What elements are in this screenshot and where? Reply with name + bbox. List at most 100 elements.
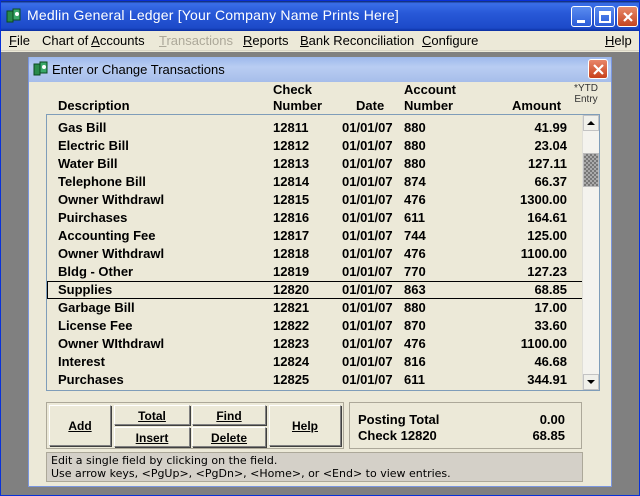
amount-cell[interactable]: 66.37 <box>534 174 567 189</box>
account-number-cell[interactable]: 880 <box>404 300 426 315</box>
date-cell[interactable]: 01/01/07 <box>342 300 393 315</box>
amount-cell[interactable]: 33.60 <box>534 318 567 333</box>
app-titlebar[interactable]: Medlin General Ledger [Your Company Name… <box>1 1 639 31</box>
table-row[interactable]: License Fee 12822 01/01/07 870 33.60 <box>47 317 583 335</box>
menu-chart-of-accounts[interactable]: Chart of Accounts <box>42 33 145 48</box>
amount-cell[interactable]: 125.00 <box>527 228 567 243</box>
check-number-cell[interactable]: 12815 <box>273 192 309 207</box>
maximize-button[interactable] <box>594 6 615 27</box>
insert-button[interactable]: Insert <box>114 427 190 447</box>
menu-help[interactable]: Help <box>605 33 632 48</box>
description-cell[interactable]: Accounting Fee <box>58 228 156 243</box>
check-number-cell[interactable]: 12814 <box>273 174 309 189</box>
date-cell[interactable]: 01/01/07 <box>342 246 393 261</box>
date-cell[interactable]: 01/01/07 <box>342 120 393 135</box>
description-cell[interactable]: Supplies <box>58 282 112 297</box>
table-row[interactable]: Interest 12824 01/01/07 816 46.68 <box>47 353 583 371</box>
table-row[interactable]: Water Bill 12813 01/01/07 880 127.11 <box>47 155 583 173</box>
description-cell[interactable]: Owner Withdrawl <box>58 246 164 261</box>
description-cell[interactable]: Garbage Bill <box>58 300 135 315</box>
account-number-cell[interactable]: 870 <box>404 318 426 333</box>
date-cell[interactable]: 01/01/07 <box>342 192 393 207</box>
check-number-cell[interactable]: 12824 <box>273 354 309 369</box>
check-number-cell[interactable]: 12816 <box>273 210 309 225</box>
date-cell[interactable]: 01/01/07 <box>342 318 393 333</box>
description-cell[interactable]: Puirchases <box>58 210 127 225</box>
amount-cell[interactable]: 127.11 <box>528 156 567 171</box>
amount-cell[interactable]: 1100.00 <box>521 336 567 351</box>
account-number-cell[interactable]: 880 <box>404 120 426 135</box>
table-row[interactable]: Telephone Bill 12814 01/01/07 874 66.37 <box>47 173 583 191</box>
total-button[interactable]: Total <box>114 405 190 425</box>
description-cell[interactable]: Owner WIthdrawl <box>58 336 164 351</box>
date-cell[interactable]: 01/01/07 <box>342 228 393 243</box>
help-button[interactable]: Help <box>269 405 341 446</box>
account-number-cell[interactable]: 863 <box>404 282 426 297</box>
description-cell[interactable]: Purchases <box>58 372 124 387</box>
dialog-close-button[interactable] <box>588 59 608 79</box>
amount-cell[interactable]: 127.23 <box>527 264 567 279</box>
account-number-cell[interactable]: 744 <box>404 228 426 243</box>
add-button[interactable]: Add <box>49 405 111 446</box>
close-button[interactable] <box>617 6 638 27</box>
date-cell[interactable]: 01/01/07 <box>342 264 393 279</box>
transactions-list[interactable]: Gas Bill 12811 01/01/07 880 41.99 Electric Bi… <box>46 114 600 391</box>
amount-cell[interactable]: 1300.00 <box>520 192 567 207</box>
account-number-cell[interactable]: 880 <box>404 138 426 153</box>
amount-cell[interactable]: 17.00 <box>534 300 567 315</box>
account-number-cell[interactable]: 611 <box>404 210 425 225</box>
check-number-cell[interactable]: 12817 <box>273 228 309 243</box>
menu-file[interactable]: File <box>9 33 30 48</box>
delete-button[interactable]: Delete <box>192 427 266 447</box>
account-number-cell[interactable]: 611 <box>404 372 425 387</box>
amount-cell[interactable]: 164.61 <box>527 210 567 225</box>
dialog-titlebar[interactable]: Enter or Change Transactions <box>29 57 611 82</box>
date-cell[interactable]: 01/01/07 <box>342 174 393 189</box>
amount-cell[interactable]: 68.85 <box>534 282 567 297</box>
table-row[interactable]: Bldg - Other 12819 01/01/07 770 127.23 <box>47 263 583 281</box>
account-number-cell[interactable]: 476 <box>404 246 426 261</box>
table-row[interactable]: Owner WIthdrawl 12823 01/01/07 476 1100.00 <box>47 335 583 353</box>
table-row[interactable]: Electric Bill 12812 01/01/07 880 23.04 <box>47 137 583 155</box>
check-number-cell[interactable]: 12823 <box>273 336 309 351</box>
description-cell[interactable]: Owner Withdrawl <box>58 192 164 207</box>
check-number-cell[interactable]: 12811 <box>273 120 308 135</box>
account-number-cell[interactable]: 770 <box>404 264 426 279</box>
table-row[interactable]: Owner Withdrawl 12818 01/01/07 476 1100.00 <box>47 245 583 263</box>
scroll-up-button[interactable] <box>583 115 599 131</box>
account-number-cell[interactable]: 476 <box>404 336 426 351</box>
date-cell[interactable]: 01/01/07 <box>342 282 393 297</box>
find-button[interactable]: Find <box>192 405 266 425</box>
amount-cell[interactable]: 344.91 <box>527 372 567 387</box>
check-number-cell[interactable]: 12822 <box>273 318 309 333</box>
menu-bank-reconciliation[interactable]: Bank Reconciliation <box>300 33 414 48</box>
check-number-cell[interactable]: 12820 <box>273 282 309 297</box>
date-cell[interactable]: 01/01/07 <box>342 372 393 387</box>
amount-cell[interactable]: 41.99 <box>534 120 567 135</box>
table-row[interactable]: Owner Withdrawl 12815 01/01/07 476 1300.00 <box>47 191 583 209</box>
description-cell[interactable]: Bldg - Other <box>58 264 133 279</box>
table-row[interactable]: Supplies 12820 01/01/07 863 68.85 <box>47 281 583 299</box>
menu-configure[interactable]: Configure <box>422 33 478 48</box>
description-cell[interactable]: Interest <box>58 354 105 369</box>
table-row[interactable]: Purchases 12825 01/01/07 611 344.91 <box>47 371 583 389</box>
amount-cell[interactable]: 1100.00 <box>521 246 567 261</box>
check-number-cell[interactable]: 12821 <box>273 300 309 315</box>
description-cell[interactable]: Telephone Bill <box>58 174 146 189</box>
check-number-cell[interactable]: 12819 <box>273 264 309 279</box>
table-row[interactable]: Garbage Bill 12821 01/01/07 880 17.00 <box>47 299 583 317</box>
scroll-thumb[interactable] <box>583 153 599 187</box>
check-number-cell[interactable]: 12813 <box>273 156 309 171</box>
menu-transactions[interactable]: Transactions <box>159 33 233 48</box>
table-row[interactable]: Gas Bill 12811 01/01/07 880 41.99 <box>47 119 583 137</box>
account-number-cell[interactable]: 816 <box>404 354 426 369</box>
menu-reports[interactable]: Reports <box>243 33 289 48</box>
amount-cell[interactable]: 23.04 <box>534 138 567 153</box>
date-cell[interactable]: 01/01/07 <box>342 138 393 153</box>
check-number-cell[interactable]: 12825 <box>273 372 309 387</box>
table-row[interactable]: Puirchases 12816 01/01/07 611 164.61 <box>47 209 583 227</box>
list-scrollbar[interactable] <box>582 115 599 390</box>
description-cell[interactable]: Water Bill <box>58 156 117 171</box>
check-number-cell[interactable]: 12818 <box>273 246 309 261</box>
scroll-down-button[interactable] <box>583 374 599 390</box>
